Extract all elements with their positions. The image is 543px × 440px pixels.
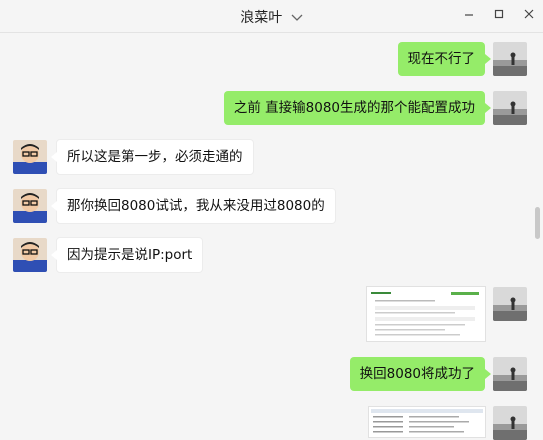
message-bubble[interactable]: 因为提示是说IP:port: [50, 237, 204, 273]
my-avatar[interactable]: [493, 406, 527, 440]
contact-avatar[interactable]: [13, 238, 47, 272]
my-avatar[interactable]: [493, 42, 527, 76]
title-divider: [0, 32, 543, 33]
chevron-down-icon[interactable]: [291, 10, 303, 26]
image-message[interactable]: [366, 286, 486, 342]
contact-avatar[interactable]: [13, 140, 47, 174]
minimize-icon[interactable]: [461, 6, 477, 22]
chat-scrollbar[interactable]: [535, 207, 540, 239]
image-message[interactable]: [368, 406, 486, 438]
message-bubble[interactable]: 那你换回8080试试，我从来没用过8080的: [51, 188, 336, 224]
maximize-icon[interactable]: [491, 6, 507, 22]
title-bar: 浪菜叶: [0, 0, 543, 32]
my-avatar[interactable]: [493, 287, 527, 321]
message-bubble[interactable]: 现在不行了: [397, 42, 491, 76]
chat-title-text: 浪菜叶: [240, 10, 283, 26]
my-avatar[interactable]: [493, 357, 527, 391]
message-bubble[interactable]: 之前 直接输8080生成的那个能配置成功: [223, 91, 492, 125]
my-avatar[interactable]: [493, 91, 527, 125]
contact-avatar[interactable]: [13, 189, 47, 223]
message-bubble[interactable]: 所以这是第一步，必须走通的: [51, 139, 254, 175]
close-icon[interactable]: [521, 6, 537, 22]
message-bubble[interactable]: 换回8080将成功了: [349, 357, 492, 391]
